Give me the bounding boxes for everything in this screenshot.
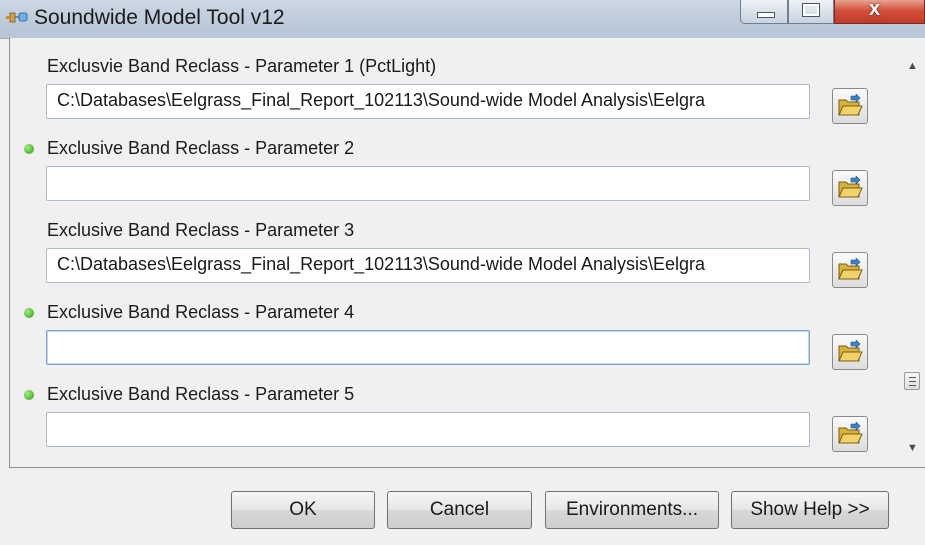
parameter-1-label: Exclusvie Band Reclass - Parameter 1 (Pc… (47, 56, 437, 76)
show-help-button[interactable]: Show Help >> (731, 491, 889, 529)
parameter-2-label: Exclusive Band Reclass - Parameter 2 (47, 138, 355, 158)
close-button[interactable]: x (834, 0, 925, 24)
parameter-5-input[interactable] (46, 412, 810, 447)
close-icon: x (869, 0, 881, 20)
parameter-3: Exclusive Band Reclass - Parameter 3 C:\… (10, 216, 900, 296)
parameter-5: Exclusive Band Reclass - Parameter 5 (10, 380, 900, 460)
green-dot-icon (24, 144, 34, 154)
green-dot-icon (24, 308, 34, 318)
cancel-button[interactable]: Cancel (387, 491, 532, 529)
parameters-panel: Exclusvie Band Reclass - Parameter 1 (Pc… (9, 38, 925, 468)
environments-button[interactable]: Environments... (545, 491, 719, 529)
parameter-2: Exclusive Band Reclass - Parameter 2 (10, 134, 900, 214)
parameter-5-browse-button[interactable] (832, 416, 868, 452)
parameter-4-browse-button[interactable] (832, 334, 868, 370)
scroll-thumb-grip[interactable] (904, 372, 920, 390)
parameter-1: Exclusvie Band Reclass - Parameter 1 (Pc… (10, 52, 900, 132)
parameter-2-browse-button[interactable] (832, 170, 868, 206)
title-bar[interactable]: Soundwide Model Tool v12 x (0, 0, 925, 39)
maximize-button[interactable] (788, 0, 834, 24)
parameter-4-label: Exclusive Band Reclass - Parameter 4 (47, 302, 355, 322)
window-title: Soundwide Model Tool v12 (34, 6, 285, 29)
parameter-4: Exclusive Band Reclass - Parameter 4 (10, 298, 900, 378)
folder-open-icon (838, 258, 863, 280)
parameter-2-input[interactable] (46, 166, 810, 201)
parameter-3-input[interactable]: C:\Databases\Eelgrass_Final_Report_10211… (46, 248, 810, 283)
green-dot-icon (24, 390, 34, 400)
parameter-4-input[interactable] (46, 330, 810, 365)
parameter-1-input[interactable]: C:\Databases\Eelgrass_Final_Report_10211… (46, 84, 810, 119)
parameter-1-browse-button[interactable] (832, 88, 868, 124)
minimize-button[interactable] (740, 0, 788, 24)
ok-button[interactable]: OK (231, 491, 375, 529)
maximize-icon (802, 3, 820, 17)
minimize-icon (757, 12, 775, 18)
parameter-3-label: Exclusive Band Reclass - Parameter 3 (47, 220, 355, 240)
parameter-5-label: Exclusive Band Reclass - Parameter 5 (47, 384, 355, 404)
folder-open-icon (838, 94, 863, 116)
folder-open-icon (838, 422, 863, 444)
scroll-down-arrow-icon[interactable]: ▼ (907, 442, 918, 454)
folder-open-icon (838, 176, 863, 198)
folder-open-icon (838, 340, 863, 362)
model-tool-icon (6, 11, 28, 27)
parameter-3-browse-button[interactable] (832, 252, 868, 288)
vertical-scrollbar[interactable]: ▲ ▼ (900, 38, 925, 466)
scroll-up-arrow-icon[interactable]: ▲ (907, 60, 918, 72)
